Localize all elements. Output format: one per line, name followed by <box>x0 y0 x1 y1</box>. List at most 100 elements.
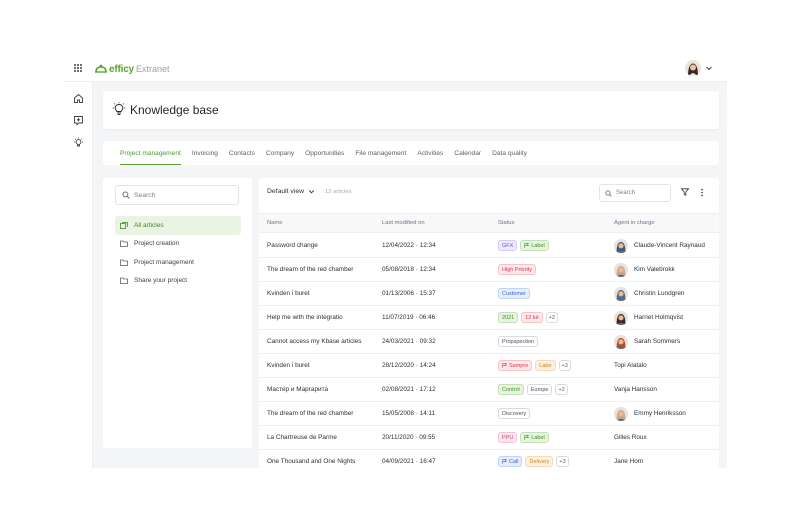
more-tags-badge[interactable]: +3 <box>556 456 569 467</box>
column-status-header[interactable]: Status <box>498 220 514 226</box>
article-name[interactable]: Password change <box>267 242 318 249</box>
article-name[interactable]: Cannot access my Kbase articles <box>267 338 361 345</box>
tab-company[interactable]: Company <box>266 141 294 165</box>
logo[interactable]: efficy Extranet <box>95 62 169 76</box>
agent-name[interactable]: Kim Valebrokk <box>634 263 675 277</box>
more-tags-badge[interactable]: +2 <box>545 312 558 323</box>
table-row[interactable]: Password change 12/04/2022 · 12:34 GFX Labe… <box>259 234 719 258</box>
article-name[interactable]: One Thousand and One Nights <box>267 458 355 465</box>
avatar-image <box>616 242 626 253</box>
view-label: Default view <box>267 188 305 195</box>
view-select[interactable]: Default view <box>267 188 315 195</box>
article-name[interactable]: Kvinden i buret <box>267 362 310 369</box>
last-modified: 11/07/2019 · 06:46 <box>382 314 436 321</box>
agent-name[interactable]: Vanja Hansson <box>614 383 657 397</box>
agent-name[interactable]: Sarah Sommers <box>634 335 680 349</box>
tab-invoicing[interactable]: Invoicing <box>192 141 218 165</box>
folder-project-management[interactable]: Project management <box>115 253 241 272</box>
status-badge-label: Discovery <box>502 410 527 417</box>
table-row[interactable]: La Chartreuse de Parme 20/11/2020 · 09:55… <box>259 426 719 450</box>
lightbulb-icon <box>112 102 126 115</box>
folder-project-creation[interactable]: Project creation <box>115 235 241 254</box>
status-tags: PPU Label <box>498 432 552 443</box>
chevron-down-icon <box>308 190 315 194</box>
last-modified: 24/03/2021 · 09:32 <box>382 338 436 345</box>
add-ticket-icon[interactable] <box>73 115 84 126</box>
chevron-down-icon[interactable] <box>705 64 713 72</box>
folder-label: Project management <box>134 258 194 266</box>
last-modified: 12/04/2022 · 12:34 <box>382 242 436 249</box>
article-name[interactable]: The dream of the red chamber <box>267 266 353 273</box>
avatar-image <box>616 266 626 277</box>
avatar-image <box>616 410 626 421</box>
avatar <box>614 311 628 325</box>
more-tags-badge[interactable]: +3 <box>558 360 571 371</box>
agent-in-charge: Christin Lundgren <box>614 287 684 301</box>
lightbulb-icon[interactable] <box>73 137 84 148</box>
agent-name[interactable]: Jane Horn <box>614 455 644 468</box>
app-grid-icon[interactable] <box>74 64 83 73</box>
article-name[interactable]: Help me with the integratio <box>267 314 343 321</box>
article-name[interactable]: Мастер и Маргарита <box>267 386 328 393</box>
folder-share-your-project[interactable]: Share your project <box>115 272 241 291</box>
agent-name[interactable]: Harriet Holmqvist <box>634 311 683 325</box>
agent-name[interactable]: Topi Alatalo <box>614 359 647 373</box>
page-header: Knowledge base <box>103 91 719 129</box>
tab-contacts[interactable]: Contacts <box>229 141 255 165</box>
article-name[interactable]: The dream of the red chamber <box>267 410 353 417</box>
article-search-input[interactable]: Search <box>599 184 671 202</box>
tab-file-management[interactable]: File management <box>355 141 406 165</box>
flag-icon <box>502 459 507 464</box>
tab-bar: Project management Invoicing Contacts Co… <box>103 141 719 165</box>
agent-name[interactable]: Claude-Vincent Raynaud <box>634 239 705 253</box>
table-row[interactable]: The dream of the red chamber 15/05/2008 ·… <box>259 402 719 426</box>
agent-in-charge: Vanja Hansson <box>614 383 657 397</box>
last-modified: 28/12/2020 · 14:24 <box>382 362 436 369</box>
articles-toolbar: Default view 12 articles Search <box>259 178 719 210</box>
status-badge: PPU <box>498 432 518 443</box>
tab-calendar[interactable]: Calendar <box>454 141 481 165</box>
table-row[interactable]: The dream of the red chamber 05/08/2018 ·… <box>259 258 719 282</box>
user-menu[interactable] <box>685 60 713 76</box>
avatar[interactable] <box>685 60 701 76</box>
tab-data-quality[interactable]: Data quality <box>492 141 527 165</box>
table-row[interactable]: Мастер и Маргарита 02/08/2021 · 17:12 Cont… <box>259 378 719 402</box>
tab-project-management[interactable]: Project management <box>120 141 181 165</box>
article-name[interactable]: Kvinden i buret <box>267 290 310 297</box>
folder-search-input[interactable]: Search <box>115 185 239 205</box>
column-agent-header[interactable]: Agent in charge <box>614 220 655 226</box>
agent-in-charge: Jane Horn <box>614 455 644 468</box>
more-options-icon[interactable] <box>700 188 704 197</box>
agent-name[interactable]: Gilles Roux <box>614 431 647 445</box>
stack-icon <box>120 221 128 229</box>
status-badge: Call <box>498 456 523 467</box>
table-row[interactable]: Help me with the integratio 11/07/2019 · … <box>259 306 719 330</box>
more-tags-badge[interactable]: +2 <box>555 384 568 395</box>
status-badge-label: Customer <box>502 290 526 297</box>
status-tags: Customer <box>498 288 533 299</box>
status-tags: Propspection <box>498 336 541 347</box>
agent-name[interactable]: Christin Lundgren <box>634 287 684 301</box>
table-row[interactable]: Cannot access my Kbase articles 24/03/202… <box>259 330 719 354</box>
home-icon[interactable] <box>73 93 84 104</box>
tab-opportunities[interactable]: Opportunities <box>305 141 344 165</box>
status-badge-label: Call <box>509 458 519 465</box>
agent-name[interactable]: Emmy Henriksson <box>634 407 686 421</box>
folder-label: Share your project <box>134 277 188 285</box>
table-row[interactable]: One Thousand and One Nights 04/09/2021 · … <box>259 450 719 468</box>
table-row[interactable]: Kvinden i buret 28/12/2020 · 14:24 Sampre L… <box>259 354 719 378</box>
tab-activities[interactable]: Activities <box>417 141 443 165</box>
folder-all-articles[interactable]: All articles <box>115 216 241 235</box>
filter-icon[interactable] <box>681 188 689 196</box>
article-count: 12 articles <box>325 189 352 195</box>
status-badge: Propspection <box>498 336 539 347</box>
status-tags: Call Delivery +3 <box>498 456 569 467</box>
column-name-header[interactable]: Name <box>267 220 282 226</box>
status-tags: 2021 12 ké +2 <box>498 312 558 323</box>
last-modified: 20/11/2020 · 09:55 <box>382 434 436 441</box>
agent-in-charge: Sarah Sommers <box>614 335 680 349</box>
article-name[interactable]: La Chartreuse de Parme <box>267 434 337 441</box>
status-badge-label: Propspection <box>502 338 535 345</box>
column-date-header[interactable]: Last modified on <box>382 220 425 226</box>
table-row[interactable]: Kvinden i buret 01/13/2006 · 15:37 Custome… <box>259 282 719 306</box>
